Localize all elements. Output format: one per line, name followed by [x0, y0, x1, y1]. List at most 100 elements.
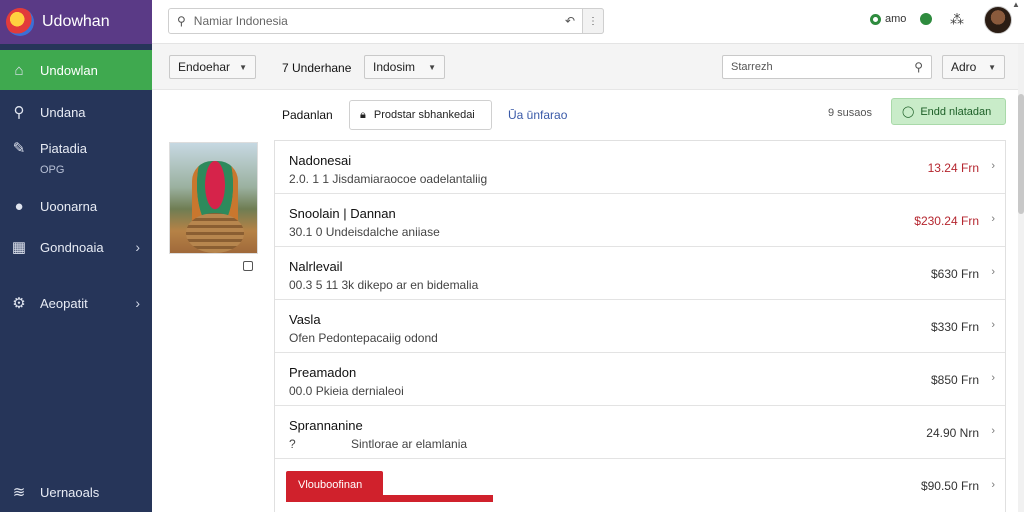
sidebar-item-sublabel: OPG [40, 164, 65, 176]
list-item[interactable]: Vasla Ofen Pedontepacaiig odond $330 Frn… [275, 300, 1005, 353]
grid-icon: ▦ [11, 239, 27, 256]
sidebar-item-undana[interactable]: ⚲ Undana [0, 98, 152, 126]
filter-search-input[interactable]: Starrezh ⚲ [722, 55, 932, 79]
filter-label: 7 Underhane [282, 61, 352, 75]
home-icon: ⌂ [14, 61, 24, 79]
chat-icon: ● [14, 197, 24, 215]
avatar[interactable] [984, 6, 1012, 34]
filter-bar: Endoehar ▼ 7 Underhane Indosim ▼ Starrez… [152, 44, 1024, 90]
sidebar-item-label: Uoonarna [40, 198, 98, 214]
microphone-icon[interactable]: ↶ [565, 14, 575, 28]
product-thumbnail[interactable] [169, 142, 258, 254]
add-button[interactable]: ◯ Endd nlatadan [891, 98, 1006, 125]
sidebar-item-piatadia[interactable]: ✎ Piatadia [0, 136, 152, 160]
gear-icon: ⚙ [12, 295, 26, 312]
caret-down-icon: ▼ [239, 62, 247, 72]
layers-icon: ≋ [12, 484, 26, 501]
plus-circle-icon: ◯ [902, 106, 915, 118]
brand-logo [6, 8, 34, 36]
sidebar-item-label: Gondnoaia [40, 239, 104, 255]
tab-padanlan[interactable]: Padanlan [282, 108, 333, 122]
filter-dropdown-2[interactable]: Indosim ▼ [364, 55, 445, 79]
item-title: Nadonesai [289, 153, 352, 168]
item-title: Vasla [289, 312, 321, 327]
global-search-input[interactable]: ⚲ Namiar Indonesia ↶ ⋮ [168, 8, 604, 34]
tabs-row: Padanlan 🔒︎ Prodstar sbhankedai Ūa ūnfar… [152, 90, 1024, 140]
status-label: amo [885, 13, 907, 25]
button-label: Prodstar sbhankedai [373, 109, 475, 121]
filter-dropdown-1[interactable]: Endoehar ▼ [169, 55, 256, 79]
scrollbar-thumb[interactable] [1018, 94, 1024, 214]
sidebar-item-aeopatit[interactable]: ⚙ Aeopatit › [0, 289, 152, 317]
status-indicator[interactable]: amo [870, 13, 906, 25]
product-list: Nadonesai 2.0. 1 1 Jisdamiaraocoe oadela… [274, 140, 1006, 512]
expand-icon[interactable] [243, 261, 253, 271]
sidebar-item-label: Aeopatit [40, 295, 88, 311]
list-item[interactable]: Snoolain | Dannan 30.1 0 Undeisdalche an… [275, 194, 1005, 247]
sidebar-item-label: Undana [40, 104, 86, 120]
item-subtitle: Sintlorae ar elamlania [351, 437, 468, 451]
button-label: Endd nlatadan [920, 105, 992, 118]
sidebar-item-uernaoals[interactable]: ≋ Uernaoals [0, 478, 152, 506]
caret-down-icon: ▼ [428, 62, 436, 72]
item-subtitle: 30.1 0 Undeisdalche aniiase [289, 225, 440, 239]
search-person-icon: ⚲ [13, 104, 25, 121]
item-price: $630 Frn [930, 267, 979, 281]
sidebar-item-uoonarna[interactable]: ● Uoonarna [0, 192, 152, 220]
filter-dropdown-3[interactable]: Adro ▼ [942, 55, 1005, 79]
chevron-right-icon: › [991, 372, 995, 384]
vertical-scrollbar[interactable] [1018, 44, 1024, 512]
list-item[interactable]: Preamadon 00.0 Pkieia dernialeoi $850 Fr… [275, 353, 1005, 406]
dropdown-value: Indosim [373, 60, 416, 74]
item-price: $330 Frn [930, 320, 979, 334]
chevron-right-icon: › [135, 239, 140, 255]
search-placeholder: Namiar Indonesia [193, 14, 288, 28]
button-label: Vlouboofinan [298, 479, 363, 491]
status-dot-icon [870, 13, 881, 25]
chevron-right-icon: › [991, 213, 995, 225]
info-link[interactable]: Ūa ūnfarao [508, 108, 567, 122]
top-bar: ⚲ Namiar Indonesia ↶ ⋮ amo ⁂ [152, 0, 1024, 44]
chevron-right-icon: › [991, 479, 995, 491]
sidebar-header: Udowhan [0, 0, 152, 44]
list-item[interactable]: Sprannanine ? Sintlorae ar elamlania 24.… [275, 406, 1005, 459]
dropdown-value: Endoehar [178, 60, 231, 74]
brand-name: Udowhan [42, 13, 110, 30]
item-price: 24.90 Nrn [926, 426, 979, 440]
caret-down-icon: ▼ [988, 62, 996, 72]
scroll-up-icon[interactable]: ▲ [1012, 0, 1020, 9]
sidebar-item-gondnoaia[interactable]: ▦ Gondnoaia › [0, 233, 152, 261]
progress-bar [286, 495, 493, 502]
chevron-right-icon: › [991, 319, 995, 331]
apps-grid-icon[interactable]: ⁂ [950, 11, 964, 28]
product-button[interactable]: 🔒︎ Prodstar sbhankedai [349, 100, 492, 130]
list-item[interactable]: Nalrlevail 00.3 5 11 3k dikepo ar en bid… [275, 247, 1005, 300]
online-icon[interactable] [920, 13, 932, 25]
search-menu-button[interactable]: ⋮ [582, 8, 604, 34]
item-subtitle-prefix: ? [289, 437, 296, 451]
item-price: $230.24 Frn [914, 214, 979, 228]
search-icon: ⚲ [914, 60, 923, 74]
item-subtitle: 2.0. 1 1 Jisdamiaraocoe oadelantaliig [289, 172, 488, 186]
sidebar: Udowhan ⌂ Undowlan ⚲ Undana ✎ Piatadia O… [0, 0, 152, 512]
item-price: 13.24 Frn [927, 161, 979, 175]
dropdown-value: Adro [951, 60, 977, 74]
sidebar-item-label: Undowlan [40, 62, 98, 78]
basket-image [186, 213, 244, 253]
chevron-right-icon: › [991, 266, 995, 278]
result-count: 9 susaos [828, 107, 873, 119]
search-icon: ⚲ [177, 14, 186, 28]
sidebar-item-home[interactable]: ⌂ Undowlan [0, 50, 152, 90]
item-subtitle: 00.3 5 11 3k dikepo ar en bidemalia [289, 278, 479, 292]
lock-icon: 🔒︎ [360, 108, 366, 121]
item-price: $850 Frn [930, 373, 979, 387]
item-subtitle: Ofen Pedontepacaiig odond [289, 331, 438, 345]
item-title: Nalrlevail [289, 259, 343, 274]
list-item[interactable]: Vlouboofinan $90.50 Frn › [275, 459, 1005, 512]
item-title: Sprannanine [289, 418, 363, 433]
list-item[interactable]: Nadonesai 2.0. 1 1 Jisdamiaraocoe oadela… [275, 141, 1005, 194]
sidebar-item-label: Piatadia [40, 140, 87, 156]
chevron-right-icon: › [991, 160, 995, 172]
item-title: Preamadon [289, 365, 357, 380]
search-placeholder: Starrezh [731, 61, 773, 73]
